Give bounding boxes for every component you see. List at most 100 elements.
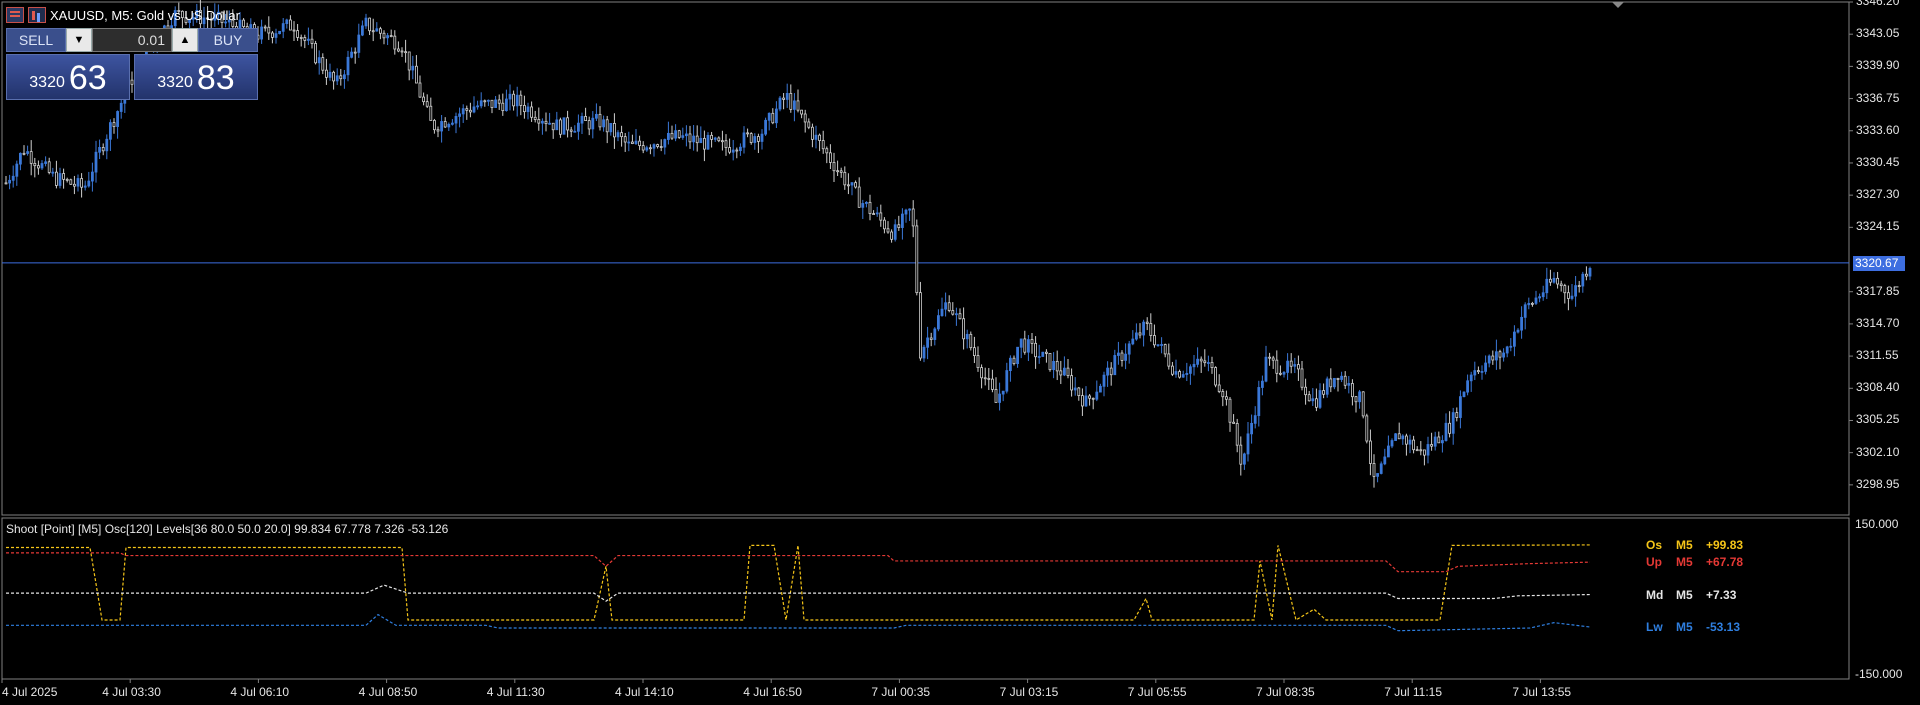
candle-body <box>940 308 944 317</box>
candle-body <box>937 315 940 330</box>
price-axis-label: 3336.75 <box>1856 90 1900 105</box>
candle-body <box>357 34 361 53</box>
candle-body <box>1117 352 1120 356</box>
candle-body <box>1149 323 1153 336</box>
sell-button[interactable]: SELL <box>6 28 66 52</box>
candle-body <box>1005 370 1009 392</box>
candle-body <box>15 163 19 177</box>
buy-price-button[interactable]: 3320 83 <box>134 54 258 100</box>
candle-body <box>285 19 289 24</box>
candle-body <box>263 26 267 29</box>
candle-body <box>803 113 807 123</box>
candle-body <box>1545 278 1549 294</box>
chart-canvas[interactable] <box>0 0 1920 705</box>
candle-body <box>1066 367 1070 377</box>
candle-body <box>742 132 746 148</box>
candle-body <box>735 149 739 152</box>
time-axis-label: 4 Jul 06:10 <box>230 685 290 699</box>
candle-body <box>667 132 670 140</box>
candle-body <box>663 139 667 148</box>
candle-body <box>976 355 980 369</box>
candle-body <box>1541 292 1545 298</box>
candle-body <box>818 134 821 141</box>
candle-body <box>962 318 965 340</box>
sell-price-button[interactable]: 3320 63 <box>6 54 130 100</box>
candle-body <box>973 347 976 356</box>
candle-body <box>699 137 703 144</box>
candle-body <box>641 145 645 151</box>
time-axis-label: 4 Jul 11:30 <box>486 685 545 699</box>
candle-body <box>386 35 390 39</box>
candle-body <box>901 213 904 228</box>
candle-body <box>1030 339 1034 344</box>
symbol-title: XAUUSD, M5: Gold vs US Dollar <box>50 7 240 23</box>
time-axis-label: 4 Jul 08:50 <box>358 685 418 699</box>
candle-body <box>1459 396 1462 418</box>
candle-body <box>512 93 515 107</box>
time-axis-label: 4 Jul 2025 <box>2 685 58 699</box>
candle-body <box>65 178 69 181</box>
price-axis-label: 3333.60 <box>1856 122 1900 137</box>
candle-body <box>1163 344 1167 355</box>
candle-body <box>299 37 303 39</box>
candle-body <box>1516 329 1520 333</box>
candle-body <box>1016 346 1019 365</box>
candle-body <box>1365 415 1369 442</box>
candle-body <box>389 35 393 38</box>
market-watch-icon[interactable] <box>6 7 24 23</box>
legend-value: -53.13 <box>1706 620 1741 634</box>
candle-body <box>476 105 480 108</box>
legend-row-up: Up M5 +67.78 <box>1646 555 1743 569</box>
candle-body <box>1574 285 1577 297</box>
candle-body <box>1383 456 1387 465</box>
candle-body <box>800 109 803 115</box>
lot-increase-button[interactable]: ▲ <box>172 28 198 52</box>
candle-body <box>1340 375 1343 380</box>
time-axis-label: 7 Jul 08:35 <box>1256 685 1315 699</box>
lot-size-input[interactable] <box>92 28 172 52</box>
candle-body <box>1109 367 1113 376</box>
candle-body <box>490 99 494 108</box>
candle-body <box>450 122 454 125</box>
candle-body <box>598 113 602 128</box>
candle-body <box>1581 273 1585 287</box>
chart-type-icon[interactable] <box>28 7 46 23</box>
candle-body <box>1228 398 1232 423</box>
candle-body <box>1253 415 1257 424</box>
candle-body <box>422 96 426 103</box>
candle-body <box>1034 342 1037 358</box>
candle-body <box>868 201 872 214</box>
candle-body <box>109 122 112 140</box>
candle-body <box>353 51 357 54</box>
candle-body <box>577 122 580 132</box>
candle-body <box>396 48 400 52</box>
candle-body <box>58 173 62 186</box>
candle-body <box>620 132 623 138</box>
candle-body <box>1171 365 1174 375</box>
time-axis-label: 7 Jul 03:15 <box>999 685 1059 699</box>
lot-decrease-button[interactable]: ▼ <box>66 28 92 52</box>
buy-button[interactable]: BUY <box>198 28 258 52</box>
candle-body <box>69 179 73 185</box>
candle-body <box>1527 302 1531 306</box>
candle-body <box>865 201 868 204</box>
candle-body <box>764 119 767 135</box>
candle-body <box>767 112 771 121</box>
candle-body <box>785 93 789 100</box>
candle-body <box>645 147 649 151</box>
candle-body <box>508 93 512 100</box>
candle-body <box>55 171 58 186</box>
candle-body <box>944 302 947 310</box>
candle-body <box>1441 440 1444 444</box>
candle-body <box>602 119 605 128</box>
candle-body <box>436 129 440 132</box>
candle-body <box>1484 362 1487 372</box>
candle-body <box>721 140 724 143</box>
candle-body <box>1027 339 1030 353</box>
candle-body <box>814 134 818 140</box>
legend-tf: M5 <box>1676 620 1693 634</box>
candle-body <box>1329 378 1333 388</box>
candle-body <box>649 147 652 150</box>
candle-body <box>677 130 681 138</box>
candle-body <box>1293 364 1297 367</box>
